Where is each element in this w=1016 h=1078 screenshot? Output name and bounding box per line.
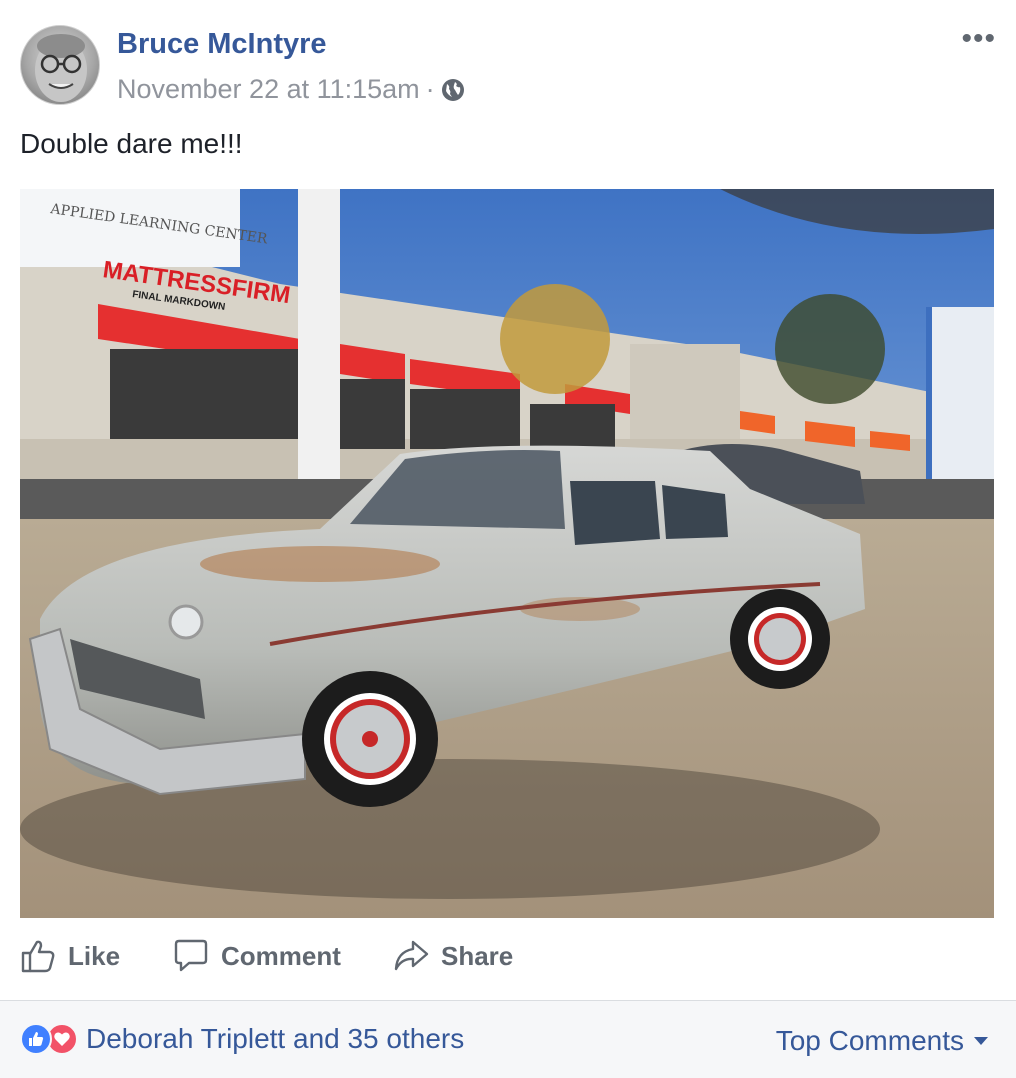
top-comments-label: Top Comments bbox=[775, 1025, 964, 1056]
post-text: Double dare me!!! bbox=[20, 128, 243, 159]
top-comments-dropdown[interactable]: Top Comments bbox=[776, 1025, 988, 1057]
post-header: Bruce McIntyre November 22 at 11:15am · … bbox=[0, 0, 1016, 120]
like-reaction-icon bbox=[20, 1023, 52, 1055]
thumbs-up-icon bbox=[21, 940, 55, 973]
author-name[interactable]: Bruce McIntyre bbox=[117, 28, 327, 61]
reactions-text[interactable]: Deborah Triplett and 35 others bbox=[86, 1023, 464, 1055]
comment-button[interactable]: Comment bbox=[173, 938, 341, 974]
post-actions: Like Comment Share bbox=[0, 930, 1016, 990]
meta-separator: · bbox=[425, 74, 435, 104]
post-photo[interactable]: APPLIED LEARNING CENTER MATTRESSFIRM FIN… bbox=[20, 189, 994, 918]
share-button[interactable]: Share bbox=[393, 938, 513, 974]
caret-down-icon bbox=[974, 1037, 988, 1045]
photo-vintage-car: APPLIED LEARNING CENTER MATTRESSFIRM FIN… bbox=[20, 189, 994, 918]
like-label: Like bbox=[68, 940, 121, 971]
share-label: Share bbox=[441, 940, 514, 971]
author-avatar[interactable] bbox=[20, 25, 100, 105]
post-card: Bruce McIntyre November 22 at 11:15am · … bbox=[0, 0, 1016, 1078]
globe-icon[interactable] bbox=[441, 78, 465, 102]
reactions-summary[interactable]: Deborah Triplett and 35 others bbox=[20, 1023, 464, 1055]
comment-icon bbox=[174, 939, 208, 972]
like-button[interactable]: Like bbox=[20, 938, 120, 974]
more-options-icon[interactable]: ••• bbox=[961, 24, 996, 54]
post-meta: November 22 at 11:15am · bbox=[117, 74, 465, 105]
post-timestamp[interactable]: November 22 at 11:15am bbox=[117, 74, 420, 105]
share-icon bbox=[394, 940, 429, 971]
post-footer: Deborah Triplett and 35 others Top Comme… bbox=[0, 1000, 1016, 1078]
comment-label: Comment bbox=[221, 940, 341, 971]
